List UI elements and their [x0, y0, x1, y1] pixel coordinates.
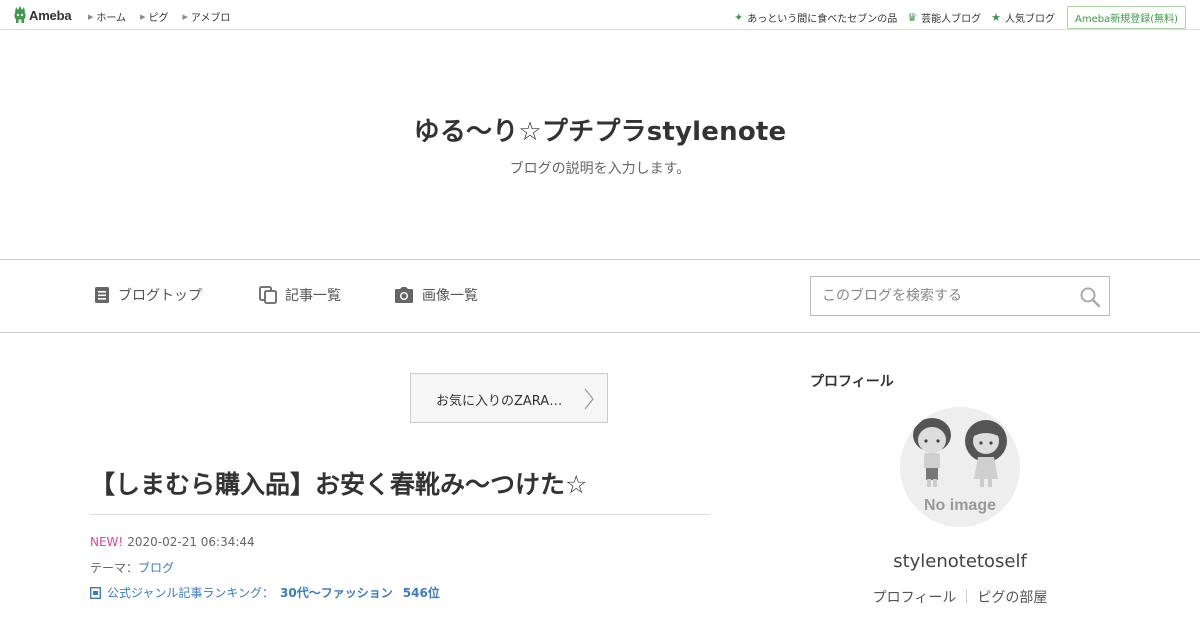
nav-label: 記事一覧 [285, 288, 341, 304]
avatar[interactable]: No image [900, 407, 1020, 527]
blog-search [810, 276, 1110, 316]
profile-heading: プロフィール [810, 374, 894, 390]
header-link-label: 人気ブログ [1004, 14, 1055, 25]
blog-description: ブログの説明を入力します。 [509, 161, 691, 177]
search-icon[interactable] [1079, 286, 1101, 308]
ameba-logo[interactable]: Ameba [13, 6, 72, 24]
global-nav: ▶ ホーム ▶ ピグ ▶ アメブロ [88, 9, 244, 25]
ameba-mascot-icon [14, 6, 26, 23]
nav-blog-top[interactable]: ブログトップ [94, 285, 202, 305]
prev-entry-link[interactable]: お気に入りのZARA… [410, 373, 608, 423]
ranking-label: 公式ジャンル記事ランキング： [107, 586, 275, 600]
blog-header: ゆる〜り☆プチプラstylenote ブログの説明を入力します。 [0, 31, 1200, 260]
global-nav-label: アメブロ [190, 13, 231, 24]
title-divider [90, 514, 710, 515]
nav-entry-list[interactable]: 記事一覧 [259, 285, 341, 305]
logo-text: Ameba [29, 7, 72, 23]
ranking-link[interactable]: 公式ジャンル記事ランキング： 30代〜ファッション 546位 [90, 584, 440, 601]
header-link-popular[interactable]: ★ 人気ブログ [991, 10, 1055, 25]
entry-datetime: 2020-02-21 06:34:44 [127, 535, 255, 549]
profile-link[interactable]: プロフィール [863, 587, 967, 607]
global-nav-ameblo[interactable]: ▶ アメブロ [182, 9, 231, 25]
prev-entry-label: お気に入りのZARA… [436, 394, 563, 409]
nav-image-list[interactable]: 画像一覧 [394, 285, 478, 305]
global-nav-label: ピグ [148, 13, 169, 24]
blog-title[interactable]: ゆる〜り☆プチプラstylenote [0, 111, 1200, 148]
pigg-room-link[interactable]: ピグの部屋 [967, 587, 1057, 607]
nav-label: ブログトップ [118, 288, 202, 304]
ranking-position: 546位 [402, 586, 440, 600]
document-icon [94, 286, 110, 304]
global-nav-home[interactable]: ▶ ホーム [88, 9, 127, 25]
theme-prefix: テーマ： [90, 561, 139, 575]
crown-icon: ♛ [907, 11, 918, 24]
header-link-celebrity[interactable]: ♛ 芸能人ブログ [907, 10, 981, 25]
caret-right-icon: ▶ [88, 12, 94, 21]
entry-date: NEW! 2020-02-21 06:34:44 [90, 535, 255, 549]
header-link-label: あっという間に食べたセブンの品 [747, 14, 898, 25]
ranking-genre: 30代〜ファッション [280, 586, 393, 600]
search-input[interactable] [811, 277, 1071, 315]
entry-theme: テーマ：ブログ [90, 559, 174, 576]
header-link-seven[interactable]: ✦ あっという間に食べたセブンの品 [734, 10, 897, 25]
caret-right-icon: ▶ [140, 12, 146, 21]
global-nav-label: ホーム [96, 13, 127, 24]
ranking-icon [90, 586, 101, 599]
new-badge: NEW! [90, 535, 124, 549]
caret-right-icon: ▶ [182, 12, 188, 21]
profile-links: プロフィール ピグの部屋 [810, 587, 1110, 607]
nav-label: 画像一覧 [422, 288, 478, 304]
avatar-placeholder-text: No image [923, 497, 996, 514]
global-nav-pigg[interactable]: ▶ ピグ [140, 9, 169, 25]
profile-name[interactable]: stylenotetoself [810, 551, 1110, 572]
camera-icon [394, 286, 414, 304]
header-link-label: 芸能人ブログ [921, 14, 982, 25]
chevron-right-icon [583, 387, 595, 415]
theme-link[interactable]: ブログ [138, 561, 174, 575]
entry-title[interactable]: 【しまむら購入品】お安く春靴み〜つけた☆ [90, 465, 587, 501]
blog-nav: ブログトップ 記事一覧 画像一覧 [0, 259, 1200, 333]
global-header: Ameba ▶ ホーム ▶ ピグ ▶ アメブロ ✦ あっという間に食べたセブンの… [0, 0, 1200, 30]
star-icon: ★ [991, 11, 1001, 24]
global-header-links: ✦ あっという間に食べたセブンの品 ♛ 芸能人ブログ ★ 人気ブログ Ameba… [724, 6, 1186, 29]
copy-icon [259, 286, 277, 304]
register-button[interactable]: Ameba新規登録(無料) [1066, 6, 1186, 29]
sparkle-icon: ✦ [734, 11, 744, 24]
